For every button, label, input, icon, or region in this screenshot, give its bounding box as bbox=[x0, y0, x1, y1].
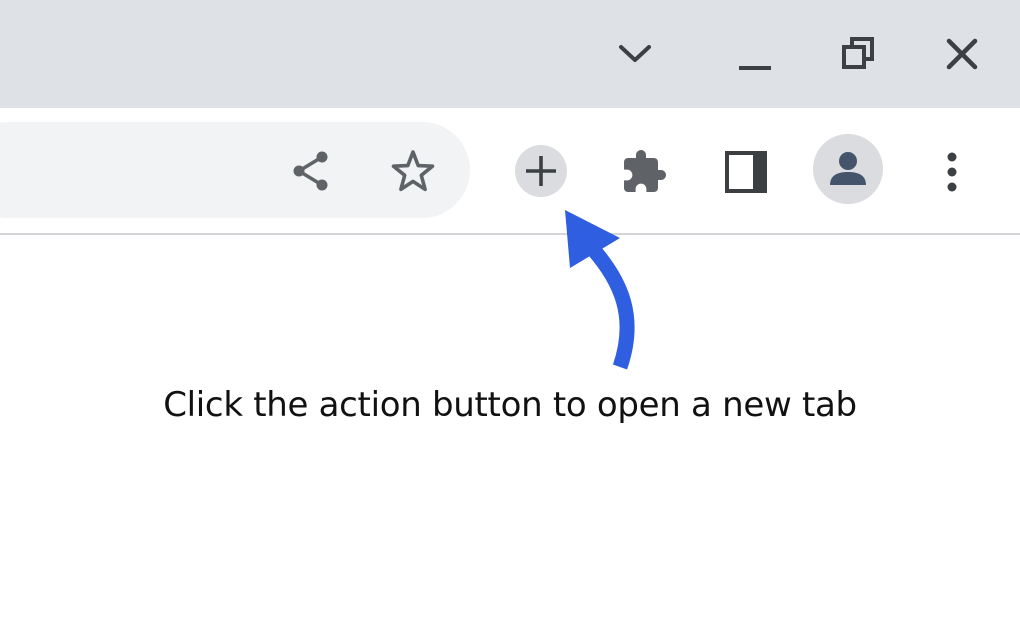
side-panel-icon bbox=[725, 151, 767, 193]
share-button[interactable] bbox=[282, 142, 340, 200]
tab-search-button[interactable] bbox=[605, 28, 665, 80]
bookmark-button[interactable] bbox=[384, 142, 442, 200]
address-bar[interactable] bbox=[0, 122, 470, 218]
kebab-menu-icon bbox=[947, 152, 957, 192]
puzzle-icon bbox=[624, 150, 666, 192]
browser-window: Click the action button to open a new ta… bbox=[0, 0, 1020, 638]
extensions-button[interactable] bbox=[615, 143, 673, 201]
page-content bbox=[0, 235, 1020, 638]
instruction-text: Click the action button to open a new ta… bbox=[163, 385, 857, 425]
chevron-down-icon bbox=[619, 45, 651, 62]
restore-icon bbox=[842, 37, 874, 69]
star-icon bbox=[391, 150, 435, 192]
restore-button[interactable] bbox=[828, 28, 888, 80]
minimize-button[interactable] bbox=[725, 30, 785, 80]
plus-icon bbox=[526, 156, 556, 186]
action-button[interactable] bbox=[515, 145, 567, 197]
menu-button[interactable] bbox=[930, 143, 974, 201]
side-panel-button[interactable] bbox=[717, 143, 775, 201]
close-icon bbox=[946, 38, 978, 70]
share-icon bbox=[293, 151, 328, 191]
person-icon bbox=[830, 152, 866, 185]
close-button[interactable] bbox=[932, 28, 992, 80]
profile-button[interactable] bbox=[813, 134, 883, 204]
toolbar bbox=[0, 108, 1020, 235]
title-bar bbox=[0, 0, 1020, 108]
minimize-icon bbox=[739, 66, 771, 70]
